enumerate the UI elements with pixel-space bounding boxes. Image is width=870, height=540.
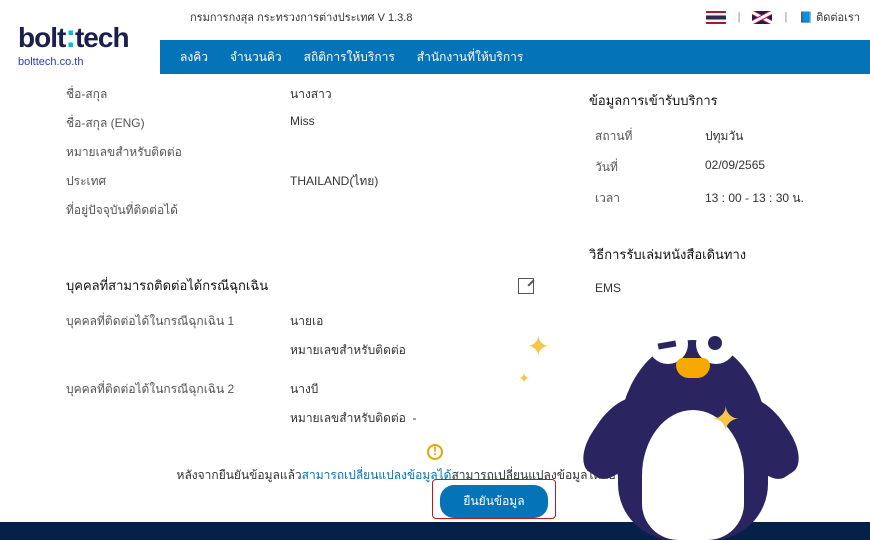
label-prefix: ชื่อ-สกุล <box>40 85 290 104</box>
divider: | <box>738 11 741 23</box>
notice: หลังจากยืนยันข้อมูลแล้วสามารถเปลี่ยนแปลง… <box>50 444 820 485</box>
value-date: 02/09/2565 <box>705 158 765 177</box>
footer <box>0 522 870 540</box>
brand-sub: bolttech.co.th <box>18 56 83 68</box>
nav-item-offices[interactable]: สำนักงานที่ให้บริการ <box>417 48 524 67</box>
nav-item-queue[interactable]: ลงคิว <box>180 48 208 67</box>
flag-uk-icon[interactable] <box>752 11 772 24</box>
label-ec1: บุคคลที่ติดต่อได้ในกรณีฉุกเฉิน 1 <box>40 312 290 331</box>
label-country: ประเทศ <box>40 172 290 191</box>
label-ec2: บุคคลที่ติดต่อได้ในกรณีฉุกเฉิน 2 <box>40 380 290 399</box>
divider: | <box>784 11 787 23</box>
value-ec1-name: นายเอ <box>290 312 323 331</box>
flag-th-icon[interactable] <box>706 11 726 24</box>
label-prefix-en: ชื่อ-สกุล (ENG) <box>40 114 290 133</box>
facebook-link[interactable]: 📘 ติดต่อเรา <box>799 8 860 26</box>
value-prefix: นางสาว <box>290 85 332 104</box>
value-ec1-phone-label: หมายเลขสำหรับติดต่อ <box>290 341 406 360</box>
service-info-title: ข้อมูลการเข้ารับบริการ <box>575 80 850 121</box>
brand-logo: bolt:tech <box>18 18 129 55</box>
value-time: 13 : 00 - 13 : 30 น. <box>705 189 804 208</box>
notice-link[interactable]: สามารถเปลี่ยนแปลงข้อมูลได้ <box>302 468 452 482</box>
label-place: สถานที่ <box>595 127 705 146</box>
value-ec2-phone-label: หมายเลขสำหรับติดต่อ <box>290 411 406 425</box>
warning-icon <box>427 444 443 460</box>
value-country: THAILAND(ไทย) <box>290 172 378 191</box>
receive-title: วิธีการรับเล่มหนังสือเดินทาง <box>575 234 850 275</box>
nav-item-stats[interactable]: สถิติการให้บริการ <box>304 48 395 67</box>
value-prefix-en: Miss <box>290 114 315 133</box>
label-date: วันที่ <box>595 158 705 177</box>
confirm-button[interactable]: ยืนยันข้อมูล <box>440 485 548 518</box>
label-address: ที่อยู่ปัจจุบันที่ติดต่อได้ <box>40 201 290 220</box>
emergency-title: บุคคลที่สามารถติดต่อได้กรณีฉุกเฉิน <box>66 275 268 296</box>
app-title: กรมการกงสุล กระทรวงการต่างประเทศ V 1.3.8 <box>190 8 412 26</box>
value-ec2-name: นางบี <box>290 380 318 399</box>
label-phone: หมายเลขสำหรับติดต่อ <box>40 143 290 162</box>
edit-icon[interactable] <box>518 278 534 294</box>
receive-method: EMS <box>595 281 621 295</box>
nav-item-count[interactable]: จำนวนคิว <box>230 48 282 67</box>
value-place: ปทุมวัน <box>705 127 743 146</box>
label-time: เวลา <box>595 189 705 208</box>
value-ec2-phone: - <box>413 411 417 425</box>
navbar: ลงคิว จำนวนคิว สถิติการให้บริการ สำนักงา… <box>160 40 870 74</box>
